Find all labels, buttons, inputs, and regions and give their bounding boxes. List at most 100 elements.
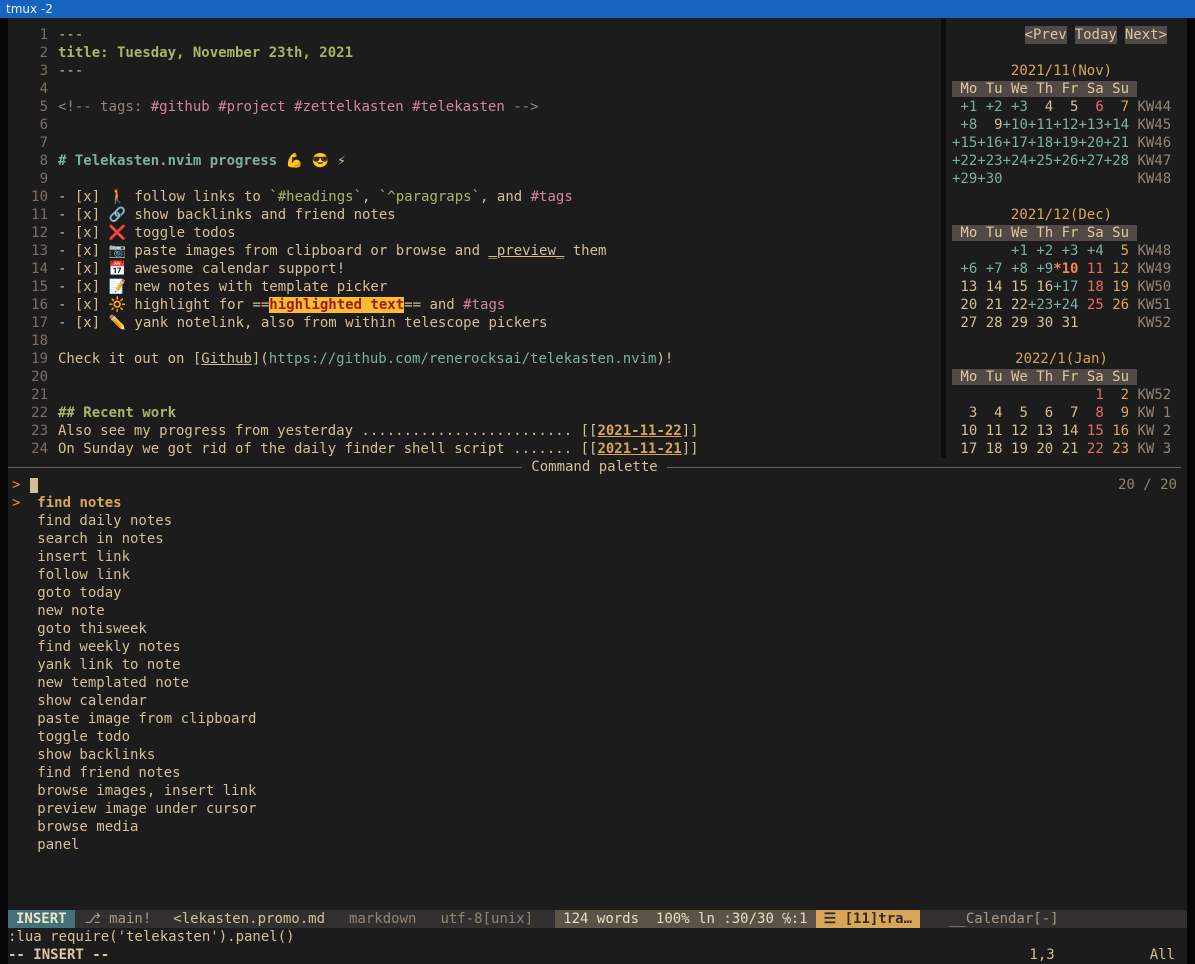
calendar-day[interactable]: 10 xyxy=(952,423,977,439)
palette-item[interactable]: panel xyxy=(8,836,1187,854)
palette-item-selected[interactable]: > find notes xyxy=(8,494,1187,512)
calendar-day[interactable]: +16 xyxy=(977,135,1002,151)
calendar-day[interactable]: 16 xyxy=(1028,279,1053,295)
editor-line[interactable]: 23Also see my progress from yesterday ..… xyxy=(8,422,941,440)
calendar-day[interactable]: 9 xyxy=(1104,405,1129,421)
calendar-day[interactable]: +1 xyxy=(952,99,977,115)
calendar-day[interactable]: +7 xyxy=(977,261,1002,277)
palette-item[interactable]: new note xyxy=(8,602,1187,620)
calendar-day[interactable]: 29 xyxy=(1003,315,1028,331)
calendar-day[interactable]: +30 xyxy=(977,171,1002,187)
editor-line[interactable]: 16- [x] 🔆 highlight for ==highlighted te… xyxy=(8,296,941,314)
calendar-day[interactable]: 19 xyxy=(1104,279,1129,295)
calendar-day[interactable]: 6 xyxy=(1078,99,1103,115)
editor-line[interactable]: 11- [x] 🔗 show backlinks and friend note… xyxy=(8,206,941,224)
calendar-day[interactable]: +22 xyxy=(952,153,977,169)
calendar-day[interactable]: +14 xyxy=(1104,117,1129,133)
calendar-day[interactable]: +8 xyxy=(1003,261,1028,277)
editor-line[interactable]: 17- [x] ✏️ yank notelink, also from with… xyxy=(8,314,941,332)
calendar-day[interactable]: 20 xyxy=(1028,441,1053,457)
calendar-day[interactable]: 7 xyxy=(1104,99,1129,115)
editor-line[interactable]: 14- [x] 📅 awesome calendar support! xyxy=(8,260,941,278)
calendar-day[interactable]: +3 xyxy=(1053,243,1078,259)
editor-line[interactable]: 24On Sunday we got rid of the daily find… xyxy=(8,440,941,458)
palette-item[interactable]: new templated note xyxy=(8,674,1187,692)
calendar-day[interactable]: 23 xyxy=(1104,441,1129,457)
calendar-day[interactable]: +8 xyxy=(952,117,977,133)
palette-item[interactable]: browse images, insert link xyxy=(8,782,1187,800)
calendar-day[interactable]: 15 xyxy=(1078,423,1103,439)
palette-item[interactable]: show backlinks xyxy=(8,746,1187,764)
calendar-day[interactable]: +24 xyxy=(1053,297,1078,313)
calendar-day[interactable]: 12 xyxy=(1104,261,1129,277)
calendar-day[interactable]: +20 xyxy=(1078,135,1103,151)
calendar-day[interactable]: 19 xyxy=(1003,441,1028,457)
calendar-day[interactable]: +27 xyxy=(1078,153,1103,169)
editor-line[interactable]: 18 xyxy=(8,332,941,350)
palette-item[interactable]: search in notes xyxy=(8,530,1187,548)
calendar-day[interactable]: 7 xyxy=(1053,405,1078,421)
calendar-day[interactable]: +24 xyxy=(1003,153,1028,169)
calendar-day[interactable]: 3 xyxy=(952,405,977,421)
calendar-day[interactable]: *10 xyxy=(1053,261,1078,277)
calendar-day[interactable]: +15 xyxy=(952,135,977,151)
editor-line[interactable]: 21 xyxy=(8,386,941,404)
calendar-day[interactable]: +1 xyxy=(1003,243,1028,259)
editor-line[interactable]: 5<!-- tags: #github #project #zettelkast… xyxy=(8,98,941,116)
calendar-day[interactable]: 13 xyxy=(952,279,977,295)
calendar-day[interactable]: +19 xyxy=(1053,135,1078,151)
editor-line[interactable]: 15- [x] 📝 new notes with template picker xyxy=(8,278,941,296)
palette-item[interactable]: goto thisweek xyxy=(8,620,1187,638)
palette-item[interactable]: goto today xyxy=(8,584,1187,602)
palette-item[interactable]: find weekly notes xyxy=(8,638,1187,656)
calendar-day[interactable]: +2 xyxy=(977,99,1002,115)
calendar-day[interactable]: +21 xyxy=(1104,135,1129,151)
calendar-day[interactable]: 11 xyxy=(1078,261,1103,277)
palette-item[interactable]: find friend notes xyxy=(8,764,1187,782)
calendar-day[interactable]: +18 xyxy=(1028,135,1053,151)
calendar-day[interactable]: 13 xyxy=(1028,423,1053,439)
calendar-day[interactable]: 15 xyxy=(1003,279,1028,295)
calendar-day[interactable]: +13 xyxy=(1078,117,1103,133)
calendar-today-button[interactable]: Today xyxy=(1075,26,1117,44)
palette-item[interactable]: yank link to note xyxy=(8,656,1187,674)
calendar-day[interactable]: 22 xyxy=(1003,297,1028,313)
calendar-day[interactable]: 9 xyxy=(977,117,1002,133)
calendar-day[interactable]: +2 xyxy=(1028,243,1053,259)
palette-item[interactable]: preview image under cursor xyxy=(8,800,1187,818)
calendar-day[interactable]: 21 xyxy=(1053,441,1078,457)
calendar-day[interactable]: 26 xyxy=(1104,297,1129,313)
calendar-day[interactable]: +9 xyxy=(1028,261,1053,277)
calendar-day[interactable]: +4 xyxy=(1078,243,1103,259)
calendar-day[interactable]: 8 xyxy=(1078,405,1103,421)
editor-pane[interactable]: 1---2title: Tuesday, November 23th, 2021… xyxy=(8,18,941,458)
calendar-day[interactable]: 21 xyxy=(977,297,1002,313)
calendar-day[interactable]: +6 xyxy=(952,261,977,277)
calendar-day[interactable]: 14 xyxy=(1053,423,1078,439)
editor-line[interactable]: 3--- xyxy=(8,62,941,80)
calendar-day[interactable]: 16 xyxy=(1104,423,1129,439)
editor-line[interactable]: 1--- xyxy=(8,26,941,44)
calendar-day[interactable]: +3 xyxy=(1003,99,1028,115)
calendar-day[interactable]: +17 xyxy=(1003,135,1028,151)
calendar-day[interactable]: 12 xyxy=(1003,423,1028,439)
calendar-day[interactable]: +12 xyxy=(1053,117,1078,133)
calendar-day[interactable]: +23 xyxy=(1028,297,1053,313)
calendar-day[interactable]: 27 xyxy=(952,315,977,331)
calendar-day[interactable]: +25 xyxy=(1028,153,1053,169)
calendar-day[interactable]: 4 xyxy=(1028,99,1053,115)
calendar-day[interactable]: 18 xyxy=(1078,279,1103,295)
editor-line[interactable]: 12- [x] ❌ toggle todos xyxy=(8,224,941,242)
calendar-day[interactable]: 11 xyxy=(977,423,1002,439)
calendar-day[interactable]: 17 xyxy=(952,441,977,457)
calendar-day[interactable]: +28 xyxy=(1104,153,1129,169)
calendar-day[interactable]: 22 xyxy=(1078,441,1103,457)
calendar-day[interactable]: +29 xyxy=(952,171,977,187)
calendar-day[interactable]: 18 xyxy=(977,441,1002,457)
calendar-day[interactable]: +10 xyxy=(1003,117,1028,133)
calendar-day[interactable]: 28 xyxy=(977,315,1002,331)
editor-line[interactable]: 9 xyxy=(8,170,941,188)
palette-item[interactable]: find daily notes xyxy=(8,512,1187,530)
editor-line[interactable]: 7 xyxy=(8,134,941,152)
calendar-day[interactable]: +17 xyxy=(1053,279,1078,295)
